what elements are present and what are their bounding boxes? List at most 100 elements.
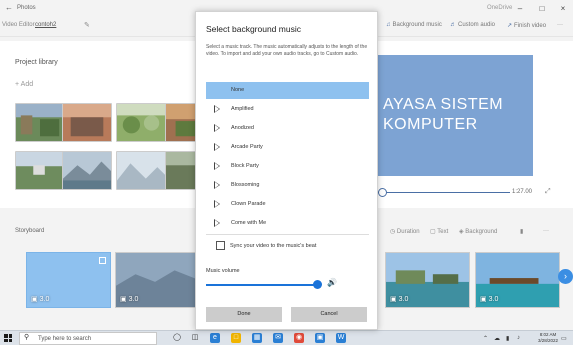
library-thumbnail[interactable]	[15, 151, 65, 190]
background-music-button[interactable]: ♫ Background music	[386, 22, 442, 28]
music-volume-label: Music volume	[206, 268, 240, 274]
card-duration: ▣ 3.0	[120, 295, 138, 303]
card-select-checkbox[interactable]	[99, 257, 106, 264]
search-placeholder: Type here to search	[38, 336, 92, 342]
track-label: Block Party	[231, 163, 259, 169]
storyboard-more-button[interactable]: ···	[543, 228, 549, 234]
card-duration-value: 3.0	[398, 296, 409, 303]
done-button[interactable]: Done	[206, 307, 282, 322]
search-icon: ⚲	[24, 334, 30, 341]
file-explorer-icon[interactable]: □	[231, 333, 241, 343]
custom-audio-button[interactable]: ♬ Custom audio	[450, 22, 495, 28]
taskbar-search-box[interactable]: ⚲ Type here to search	[19, 332, 157, 345]
track-item-none[interactable]: None	[206, 82, 369, 99]
music-volume-slider[interactable]	[206, 284, 316, 286]
play-icon[interactable]	[214, 105, 220, 113]
dialog-divider	[206, 234, 369, 235]
volume-tray-icon[interactable]: ♪	[517, 335, 520, 341]
library-thumbnail[interactable]	[15, 103, 65, 142]
photos-app-icon[interactable]: ▣	[315, 333, 325, 343]
cancel-button[interactable]: Cancel	[291, 307, 367, 322]
text-label: Text	[437, 229, 449, 235]
image-icon: ▣	[390, 296, 397, 303]
text-button[interactable]: ▢ Text	[430, 228, 448, 235]
scrub-bar[interactable]	[378, 192, 510, 193]
music-volume-handle[interactable]	[313, 280, 322, 289]
duration-button[interactable]: ◷ Duration	[390, 228, 420, 235]
tray-chevron-icon[interactable]: ⌃	[483, 335, 488, 342]
store-icon[interactable]: ▦	[252, 333, 262, 343]
storyboard-card[interactable]: ▣ 3.0	[475, 252, 560, 308]
expand-icon[interactable]: ⤢	[545, 188, 551, 196]
app-name: Photos	[17, 5, 36, 11]
notification-icon[interactable]: ▭	[561, 335, 567, 342]
finish-video-button[interactable]: ↗ Finish video	[507, 22, 546, 29]
track-item-anodized[interactable]: Anodized	[206, 120, 369, 137]
video-preview-panel: AYASA SISTEM KOMPUTER 1:27.00 ⤢	[378, 41, 573, 208]
library-thumbnail[interactable]	[116, 103, 166, 142]
sync-beat-checkbox[interactable]	[216, 241, 225, 250]
preview-title-line: AYASA SISTEM	[383, 96, 504, 113]
duration-label: Duration	[396, 229, 420, 235]
background-music-label: Background music	[392, 22, 442, 28]
windows-start-icon[interactable]	[4, 334, 12, 342]
task-view-icon[interactable]: ◫	[190, 333, 200, 343]
track-label: Come with Me	[231, 220, 267, 226]
breadcrumb-video-editor[interactable]: Video Editor	[2, 22, 35, 28]
track-item-come-with-me[interactable]: Come with Me	[206, 215, 369, 232]
preview-screen[interactable]: AYASA SISTEM KOMPUTER	[378, 55, 533, 176]
speaker-icon: 🔊	[327, 278, 337, 287]
storyboard-card[interactable]: ▣ 3.0	[115, 252, 200, 308]
track-item-amplified[interactable]: Amplified	[206, 101, 369, 118]
library-thumbnail[interactable]	[62, 151, 112, 190]
track-item-blossoming[interactable]: Blossoming	[206, 177, 369, 194]
music-note-icon: ♫	[386, 22, 391, 28]
more-options-button[interactable]: ···	[557, 22, 563, 28]
project-library-title: Project library	[15, 59, 58, 66]
card-duration-value: 3.0	[39, 296, 50, 303]
play-icon[interactable]	[214, 200, 220, 208]
battery-icon[interactable]: ▮	[506, 335, 509, 342]
card-duration-value: 3.0	[488, 296, 499, 303]
minimize-button[interactable]: –	[512, 4, 528, 13]
music-track-list: None Amplified Anodized Arcade Party Blo…	[206, 82, 369, 232]
word-icon[interactable]: W	[336, 333, 346, 343]
chrome-icon[interactable]: ◉	[294, 333, 304, 343]
library-thumbnail[interactable]	[116, 151, 166, 190]
scroll-right-button[interactable]: ›	[558, 269, 573, 284]
onedrive-tray-icon[interactable]: ☁	[494, 335, 500, 342]
video-duration: 1:27.00	[512, 189, 533, 195]
storyboard-card[interactable]: ▣ 3.0	[26, 252, 111, 308]
library-thumbnail[interactable]	[62, 103, 112, 142]
background-label: Background	[465, 229, 498, 235]
play-icon[interactable]	[214, 162, 220, 170]
mail-icon[interactable]: ✉	[273, 333, 283, 343]
back-arrow-icon[interactable]: ←	[5, 3, 13, 12]
card-duration: ▣ 3.0	[31, 295, 49, 303]
track-item-clown-parade[interactable]: Clown Parade	[206, 196, 369, 213]
add-media-button[interactable]: + Add	[15, 81, 33, 88]
rename-pencil-icon[interactable]: ✎	[84, 21, 90, 29]
edge-icon[interactable]: e	[210, 333, 220, 343]
close-button[interactable]: ×	[555, 4, 571, 13]
audio-icon: ♬	[450, 22, 456, 28]
play-icon[interactable]	[214, 181, 220, 189]
delete-icon[interactable]: ▮	[520, 228, 523, 235]
cortana-icon[interactable]: ◯	[172, 333, 182, 343]
image-icon: ▣	[31, 296, 38, 303]
storyboard-card[interactable]: ▣ 3.0	[385, 252, 470, 308]
maximize-button[interactable]: □	[534, 4, 550, 13]
play-icon[interactable]	[214, 143, 220, 151]
scrub-handle[interactable]	[378, 188, 387, 197]
track-label: Clown Parade	[231, 201, 266, 207]
project-name[interactable]: contoh2	[35, 22, 56, 28]
background-button[interactable]: ◈ Background	[459, 228, 497, 235]
play-icon[interactable]	[214, 124, 220, 132]
track-item-arcade-party[interactable]: Arcade Party	[206, 139, 369, 156]
track-item-block-party[interactable]: Block Party	[206, 158, 369, 175]
dialog-title: Select background music	[206, 24, 301, 34]
onedrive-label[interactable]: OneDrive	[487, 5, 512, 11]
sync-beat-label[interactable]: Sync your video to the music's beat	[230, 243, 316, 249]
play-icon[interactable]	[214, 219, 220, 227]
taskbar-clock[interactable]: 8:02 AM 3/28/2022	[538, 332, 558, 344]
